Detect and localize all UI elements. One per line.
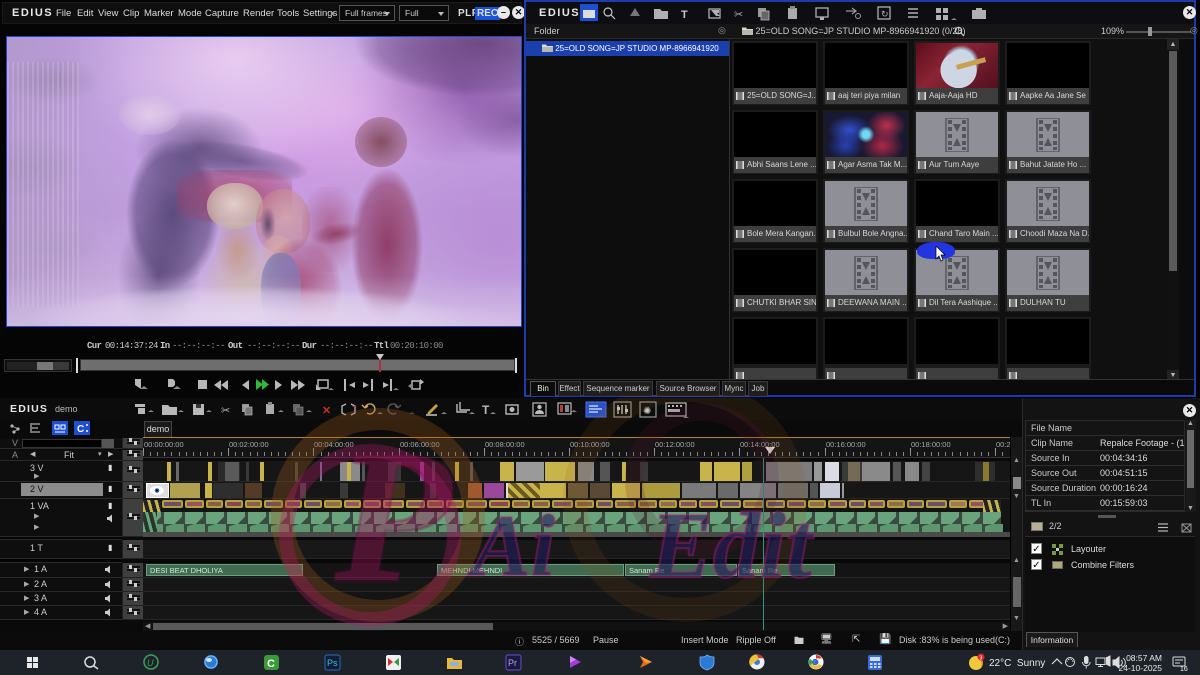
svg-text:T: T	[681, 9, 688, 21]
svg-text:Ps: Ps	[327, 658, 338, 668]
svg-text:✂: ✂	[734, 9, 743, 21]
svg-text:U: U	[147, 658, 154, 668]
svg-text:3: 3	[980, 656, 983, 662]
svg-text:16: 16	[1180, 666, 1188, 673]
svg-text:24-10-2025: 24-10-2025	[1119, 663, 1163, 673]
svg-text:08:57 AM: 08:57 AM	[1126, 653, 1162, 663]
svg-text:Pr: Pr	[508, 658, 517, 668]
svg-text:G: G	[812, 658, 818, 667]
svg-text:C: C	[267, 658, 275, 670]
svg-text:22°C Sunny: 22°C Sunny	[989, 658, 1045, 669]
svg-text:↻: ↻	[881, 9, 889, 19]
